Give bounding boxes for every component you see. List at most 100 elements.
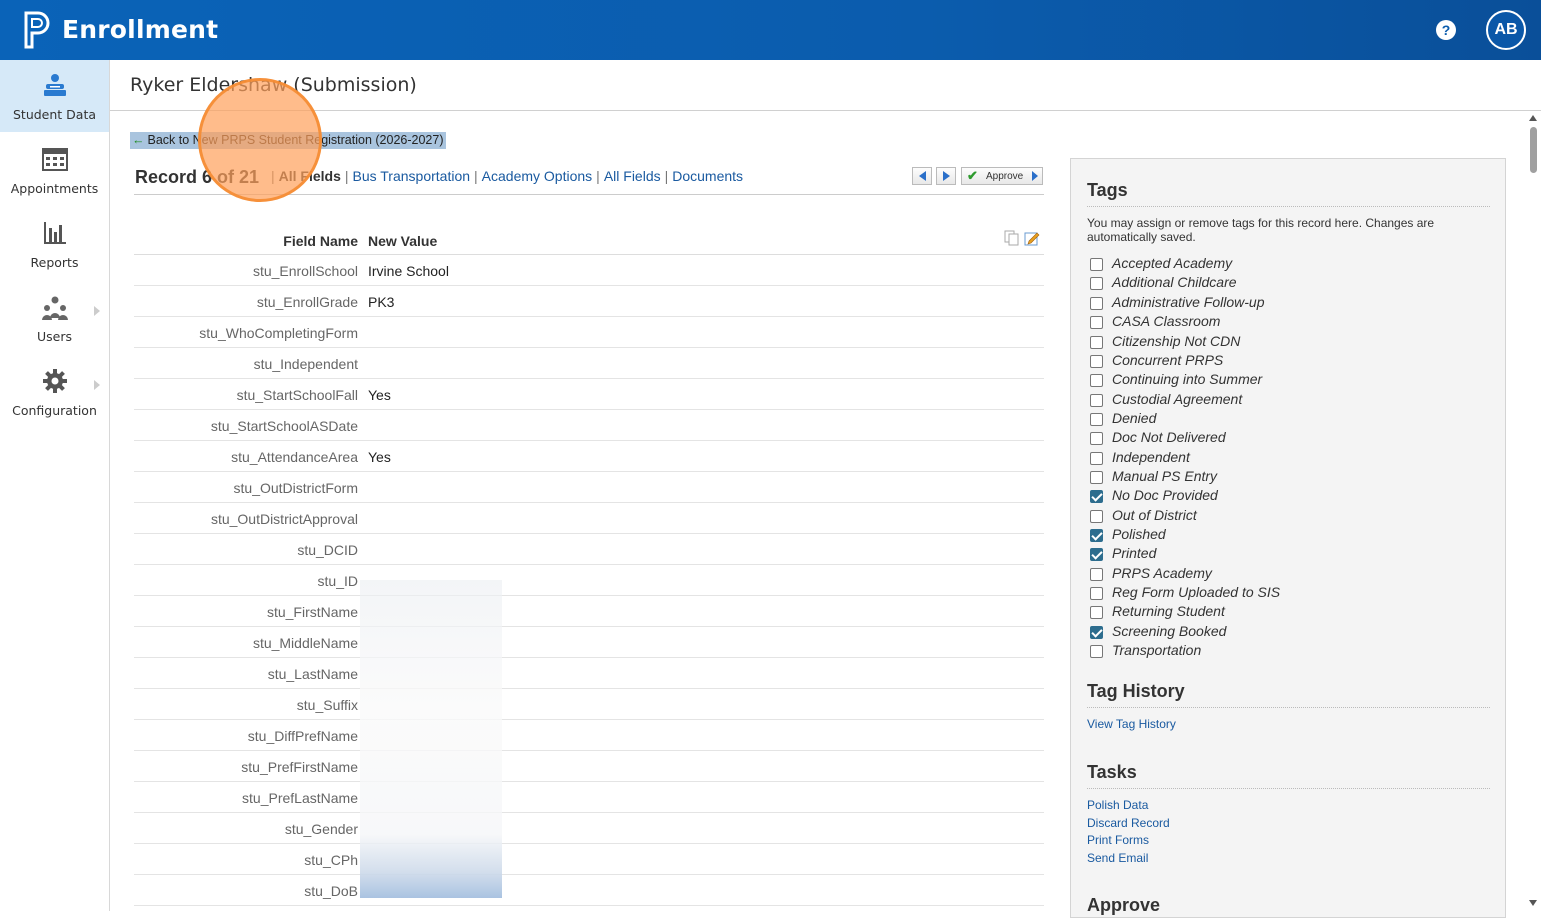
- tab-all-fields-current[interactable]: All Fields: [279, 168, 341, 184]
- checkbox[interactable]: [1090, 277, 1103, 290]
- page-scrollbar[interactable]: [1526, 111, 1541, 911]
- checkbox[interactable]: [1090, 471, 1103, 484]
- table-row: stu_StartSchoolFall Yes: [134, 379, 1044, 410]
- tab-documents[interactable]: Documents: [672, 168, 743, 184]
- record-bar: Record 6 of 21 | All Fields | Bus Transport…: [134, 160, 1044, 195]
- gear-icon: [43, 369, 67, 393]
- field-name: stu_FirstName: [266, 604, 358, 620]
- table-row: stu_Gender: [134, 813, 1044, 844]
- tag-label: Polished: [1112, 526, 1166, 542]
- checkbox[interactable]: [1090, 587, 1103, 600]
- sidebar-item-configuration[interactable]: Configuration: [0, 356, 109, 428]
- checkbox[interactable]: [1090, 297, 1103, 310]
- scroll-thumb[interactable]: [1530, 127, 1537, 173]
- table-row: stu_AttendanceArea Yes: [134, 441, 1044, 472]
- table-row: stu_PrefFirstName: [134, 751, 1044, 782]
- polish-data-link[interactable]: Polish Data: [1087, 798, 1148, 812]
- side-panel: Tags You may assign or remove tags for t…: [1070, 158, 1506, 918]
- checkbox[interactable]: [1090, 645, 1103, 658]
- help-icon[interactable]: ?: [1436, 20, 1456, 40]
- tag-label: Printed: [1112, 545, 1157, 561]
- checkbox-checked[interactable]: [1090, 529, 1103, 542]
- checkbox-checked[interactable]: [1090, 548, 1103, 561]
- tag-label: Additional Childcare: [1112, 274, 1237, 290]
- tag-history-heading: Tag History: [1087, 681, 1185, 701]
- checkbox[interactable]: [1090, 568, 1103, 581]
- table-row: stu_LastName: [134, 658, 1044, 689]
- checkbox[interactable]: [1090, 374, 1103, 387]
- checkbox[interactable]: [1090, 258, 1103, 271]
- checkbox-checked[interactable]: [1090, 626, 1103, 639]
- checkbox[interactable]: [1090, 336, 1103, 349]
- approve-button-label: Approve: [986, 171, 1024, 182]
- table-row: stu_Independent: [134, 348, 1044, 379]
- sidebar: Student Data Appointments Reports Users …: [0, 60, 110, 911]
- record-counter: Record 6 of 21: [135, 167, 260, 187]
- sidebar-item-users[interactable]: Users: [0, 282, 109, 354]
- discard-record-link[interactable]: Discard Record: [1087, 816, 1170, 830]
- checkbox[interactable]: [1090, 452, 1103, 465]
- sidebar-item-label: Reports: [30, 255, 79, 270]
- page-title: Ryker Eldershaw (Submission): [130, 74, 417, 96]
- tag-label: Returning Student: [1112, 603, 1225, 619]
- tab-bus-transportation[interactable]: Bus Transportation: [353, 168, 471, 184]
- checkbox[interactable]: [1090, 394, 1103, 407]
- next-record-button[interactable]: [936, 167, 956, 185]
- sidebar-item-label: Users: [36, 329, 72, 344]
- tag-label: Reg Form Uploaded to SIS: [1112, 584, 1281, 600]
- approve-button[interactable]: ✔ Approve: [961, 167, 1043, 185]
- powerschool-logo-icon[interactable]: [22, 11, 54, 49]
- arrow-right-icon: [1032, 171, 1038, 181]
- table-row: stu_FirstName: [134, 596, 1044, 627]
- sidebar-item-reports[interactable]: Reports: [0, 208, 109, 280]
- send-email-link[interactable]: Send Email: [1087, 851, 1148, 865]
- calendar-icon: [42, 148, 68, 171]
- table-row: stu_DiffPrefName: [134, 720, 1044, 751]
- sidebar-item-appointments[interactable]: Appointments: [0, 134, 109, 206]
- table-row: stu_CPh: [134, 844, 1044, 875]
- tasks-heading: Tasks: [1087, 762, 1137, 782]
- checkbox-checked[interactable]: [1090, 490, 1103, 503]
- tag-label: Custodial Agreement: [1112, 391, 1243, 407]
- tag-label: Independent: [1112, 449, 1190, 465]
- checkbox[interactable]: [1090, 606, 1103, 619]
- previous-record-button[interactable]: [912, 167, 932, 185]
- scroll-down-icon[interactable]: [1529, 900, 1537, 906]
- print-forms-link[interactable]: Print Forms: [1087, 833, 1149, 847]
- sidebar-item-student-data[interactable]: Student Data: [0, 60, 109, 132]
- checkbox[interactable]: [1090, 432, 1103, 445]
- record-tabs: | All Fields | Bus Transportation | Academy O…: [271, 168, 744, 184]
- tag-label: CASA Classroom: [1112, 313, 1221, 329]
- divider: [1087, 788, 1490, 789]
- view-tag-history-link[interactable]: View Tag History: [1087, 717, 1176, 731]
- tags-heading: Tags: [1087, 180, 1128, 200]
- table-row: stu_WhoCompletingForm: [134, 317, 1044, 348]
- field-name: stu_StartSchoolASDate: [210, 418, 358, 434]
- table-row: stu_EnrollGrade PK3: [134, 286, 1044, 317]
- column-header-field-name: Field Name: [283, 233, 358, 249]
- submenu-caret-icon: [94, 306, 100, 316]
- checkbox[interactable]: [1090, 413, 1103, 426]
- scroll-up-icon[interactable]: [1529, 115, 1537, 121]
- edit-icon[interactable]: [1024, 230, 1040, 246]
- arrow-left-icon: [919, 171, 926, 181]
- user-avatar[interactable]: AB: [1486, 10, 1526, 50]
- tag-label: PRPS Academy: [1112, 565, 1212, 581]
- tab-academy-options[interactable]: Academy Options: [482, 168, 593, 184]
- approve-heading: Approve: [1087, 895, 1161, 915]
- field-name: stu_AttendanceArea: [231, 449, 358, 465]
- field-name: stu_DiffPrefName: [247, 728, 358, 744]
- back-link[interactable]: ← Back to New PRPS Student Registration (…: [130, 132, 446, 149]
- student-icon: [44, 74, 66, 96]
- copy-icon[interactable]: [1004, 230, 1020, 246]
- checkbox[interactable]: [1090, 355, 1103, 368]
- checkbox[interactable]: [1090, 316, 1103, 329]
- field-name: stu_StartSchoolFall: [236, 387, 358, 403]
- tab-all-fields[interactable]: All Fields: [604, 168, 661, 184]
- checkbox[interactable]: [1090, 510, 1103, 523]
- divider: [1087, 707, 1490, 708]
- divider: [1087, 206, 1490, 207]
- tags-description: You may assign or remove tags for this r…: [1087, 216, 1435, 244]
- tag-label: Administrative Follow-up: [1112, 294, 1265, 310]
- table-row: stu_OutDistrictApproval: [134, 503, 1044, 534]
